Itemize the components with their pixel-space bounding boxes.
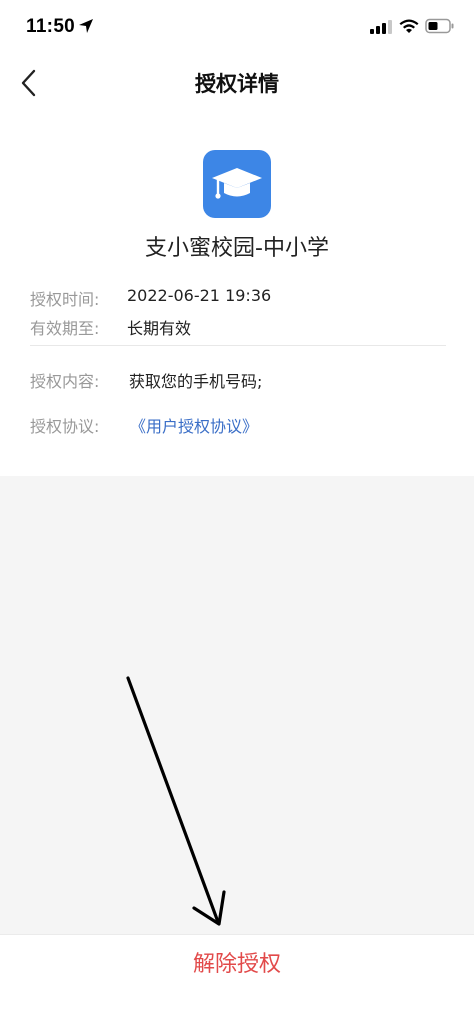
battery-icon (425, 18, 454, 34)
arrow-annotation (126, 676, 226, 926)
auth-time-value: 2022-06-21 19:36 (127, 286, 272, 305)
wifi-icon (399, 19, 419, 33)
content-value: 获取您的手机号码; (129, 372, 263, 391)
agreement-label: 授权协议: (30, 417, 100, 436)
app-icon (203, 150, 271, 218)
auth-time-label: 授权时间: (30, 290, 100, 309)
graduation-cap-icon (212, 168, 262, 199)
app-name: 支小蜜校园-中小学 (145, 236, 329, 261)
cellular-signal-icon (370, 20, 392, 34)
revoke-authorization-button[interactable]: 解除授权 (0, 946, 474, 978)
location-arrow-icon (79, 19, 93, 33)
user-agreement-link[interactable]: 《用户授权协议》 (130, 413, 258, 437)
status-time: 11:50 (26, 16, 76, 37)
validity-label: 有效期至: (30, 319, 100, 338)
content-label: 授权内容: (30, 372, 100, 391)
validity-value: 长期有效 (127, 319, 192, 338)
status-bar: 11:50 (0, 0, 474, 56)
divider (30, 345, 446, 346)
page-title: 授权详情 (195, 72, 279, 96)
